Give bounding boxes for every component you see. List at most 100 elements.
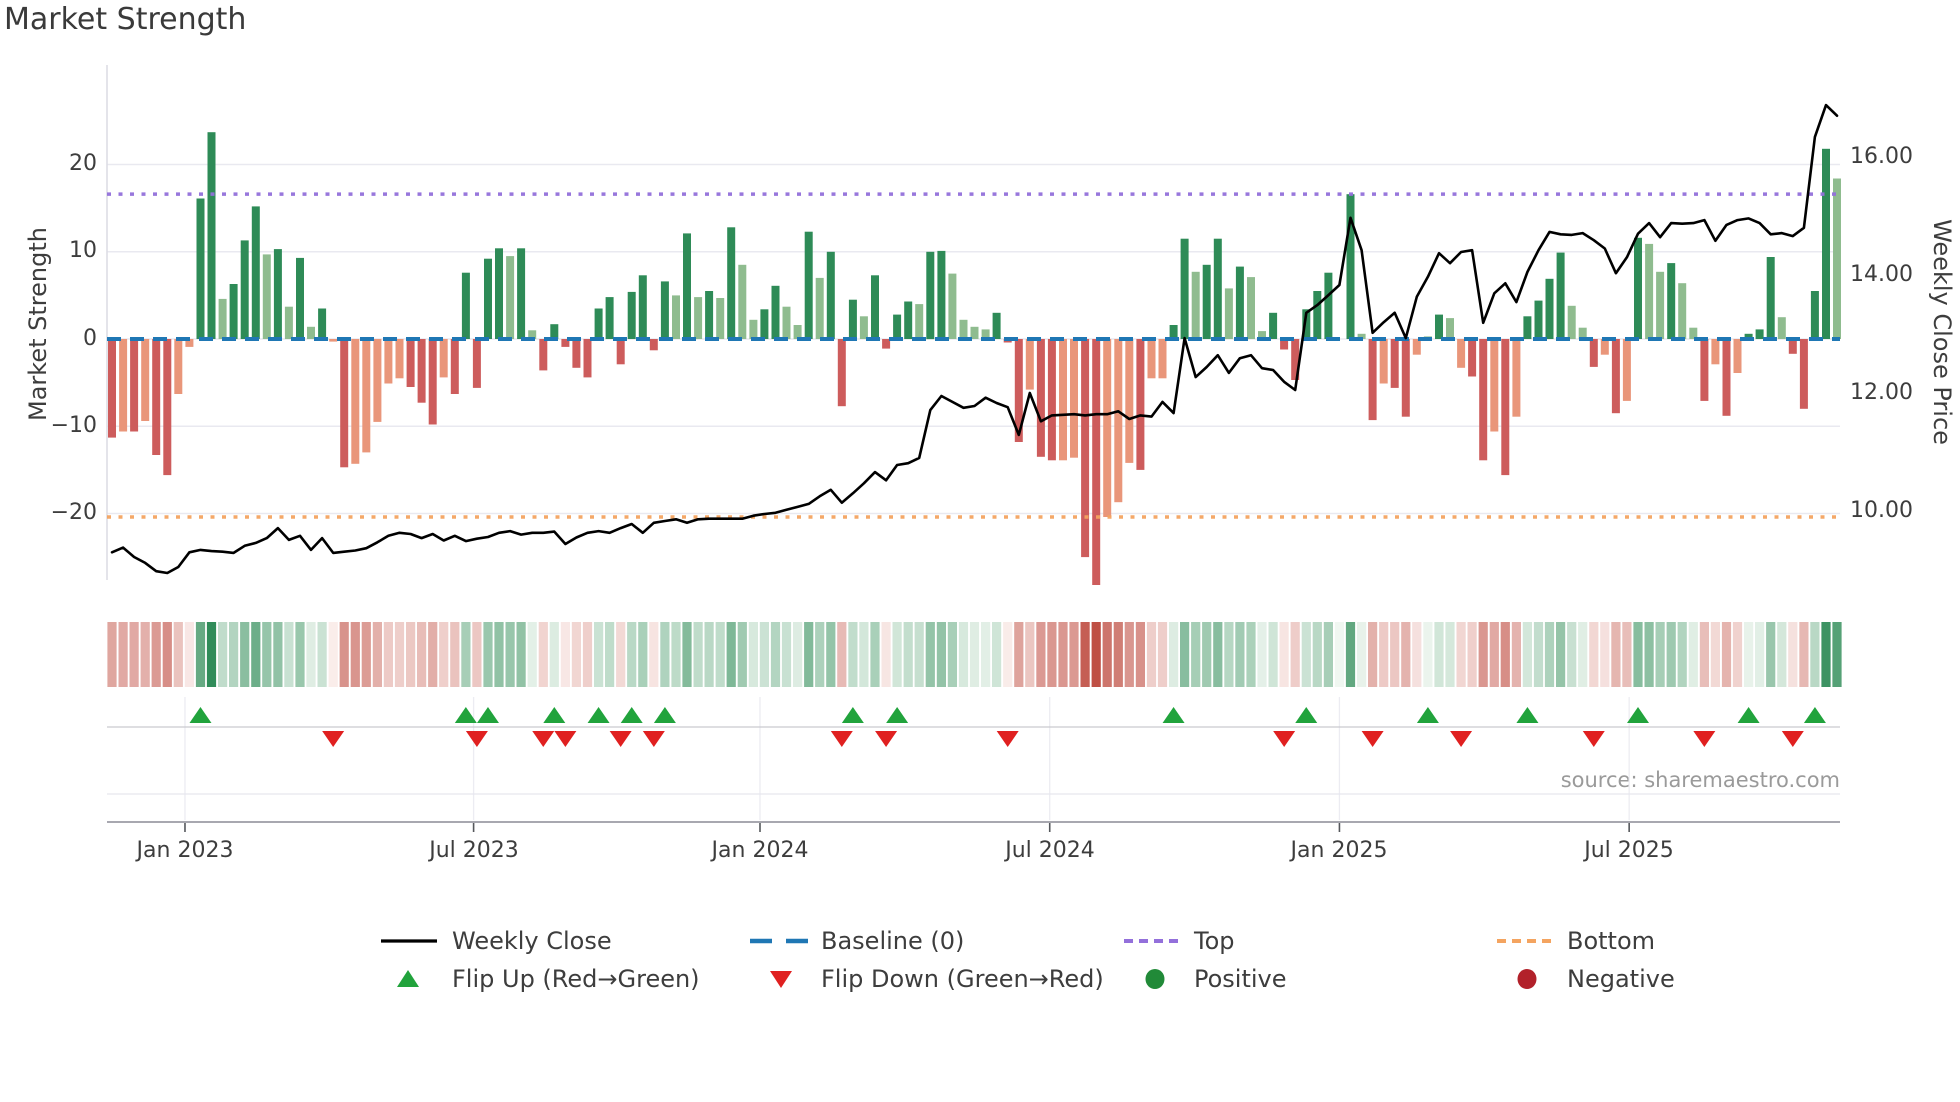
legend-label-bottom: Bottom xyxy=(1567,927,1656,955)
heatmap-cell xyxy=(162,622,172,687)
heatmap-cell xyxy=(184,622,194,687)
heatmap-cell xyxy=(1799,622,1809,687)
positive-bar xyxy=(992,312,1001,339)
heatmap-cell xyxy=(1224,622,1234,687)
heatmap-cell xyxy=(793,622,803,687)
positive-bar xyxy=(1810,291,1819,339)
positive-bar xyxy=(1169,325,1178,339)
heatmap-cell xyxy=(406,622,416,687)
heatmap-cell xyxy=(1677,622,1687,687)
heatmap-cell xyxy=(571,622,581,687)
heatmap-cell xyxy=(383,622,393,687)
heatmap-cell xyxy=(1611,622,1621,687)
heatmap-cell xyxy=(627,622,637,687)
negative-bar xyxy=(395,339,404,379)
heatmap-cell xyxy=(1644,622,1654,687)
heatmap-cell xyxy=(394,622,405,687)
heatmap-cell xyxy=(417,622,427,687)
heatmap-cell xyxy=(328,622,338,687)
heatmap-cell xyxy=(726,622,736,687)
heatmap-cell xyxy=(1379,622,1389,687)
negative-bar xyxy=(329,339,338,342)
negative-bar xyxy=(1070,339,1078,458)
positive-bar xyxy=(683,233,691,339)
negative-bar xyxy=(141,339,150,421)
negative-bar xyxy=(428,339,437,425)
heatmap-cell xyxy=(251,622,261,687)
positive-bar xyxy=(694,297,703,339)
positive-bar xyxy=(948,273,957,339)
heatmap-cell xyxy=(361,622,371,687)
negative-bar xyxy=(1158,339,1167,379)
heatmap-cell xyxy=(1124,622,1134,687)
heatmap-cell xyxy=(151,622,161,687)
heatmap-cell xyxy=(350,622,360,687)
flip-up-marker xyxy=(1295,707,1318,723)
heatmap-cell xyxy=(339,622,349,687)
heatmap-cell xyxy=(914,622,924,687)
heatmap-cell xyxy=(1578,622,1588,687)
negative-bar xyxy=(1103,339,1112,517)
flip-up-marker xyxy=(653,707,676,723)
flip-up-marker xyxy=(189,707,212,723)
heatmap-cell xyxy=(1268,622,1278,687)
heatmap-cell xyxy=(947,622,957,687)
legend-label-top: Top xyxy=(1194,927,1235,955)
heatmap-cell xyxy=(1290,622,1300,687)
heatmap-cell xyxy=(1323,622,1333,687)
positive-bar xyxy=(1833,178,1841,339)
positive-bar xyxy=(1534,300,1543,339)
heatmap-cell xyxy=(1445,622,1455,687)
negative-bar xyxy=(163,339,172,476)
negative-bar xyxy=(1081,339,1090,558)
flip-up-marker xyxy=(1416,707,1439,723)
negative-bar xyxy=(1412,339,1421,355)
heatmap-cell xyxy=(859,622,869,687)
positive-bar xyxy=(229,284,238,339)
positive-bar xyxy=(262,254,271,339)
heatmap-cell xyxy=(1556,622,1566,687)
positive-bar xyxy=(307,326,315,339)
heatmap-cell xyxy=(649,622,659,687)
heatmap-cell xyxy=(483,622,493,687)
heatmap-cell xyxy=(1755,622,1765,687)
heatmap-cell xyxy=(1478,622,1488,687)
heatmap-cell xyxy=(195,622,206,687)
flip-up-marker xyxy=(1627,707,1650,723)
negative-bar xyxy=(351,339,360,464)
positive-bar xyxy=(1202,264,1211,339)
heatmap-cell xyxy=(1401,622,1411,687)
heatmap-cell xyxy=(715,622,725,687)
heatmap-cell xyxy=(1777,622,1787,687)
heatmap-cell xyxy=(1312,622,1322,687)
positive-bar xyxy=(660,281,669,339)
negative-bar xyxy=(1047,339,1056,461)
heatmap-cell xyxy=(992,622,1002,687)
negative-bar xyxy=(1788,339,1797,354)
positive-bar xyxy=(749,319,758,339)
heatmap-cell xyxy=(1766,622,1776,687)
heatmap-cell xyxy=(815,622,825,687)
heatmap-cell xyxy=(1257,622,1267,687)
heatmap-cell xyxy=(1146,622,1157,687)
heatmap-cell xyxy=(538,622,548,687)
negative-bar xyxy=(1036,339,1045,457)
heatmap-cell xyxy=(748,622,758,687)
heatmap-cell xyxy=(903,622,913,687)
heatmap-cell xyxy=(173,622,183,687)
heatmap-cell xyxy=(1246,622,1256,687)
heatmap-cell xyxy=(1135,622,1145,687)
heatmap-cell xyxy=(1235,622,1245,687)
negative-bar xyxy=(1092,339,1101,585)
heatmap-cell xyxy=(1744,622,1754,687)
positive-bar xyxy=(771,285,780,339)
positive-bar xyxy=(893,314,902,339)
heatmap-cell xyxy=(306,622,316,687)
flip-down-marker xyxy=(532,731,555,747)
heatmap-cell xyxy=(770,622,781,687)
heatmap-cell xyxy=(1368,622,1378,687)
flip-up-marker xyxy=(1737,707,1760,723)
heatmap-cell xyxy=(1036,622,1046,687)
heatmap-cell xyxy=(1567,622,1577,687)
negative-bar xyxy=(1799,339,1808,409)
